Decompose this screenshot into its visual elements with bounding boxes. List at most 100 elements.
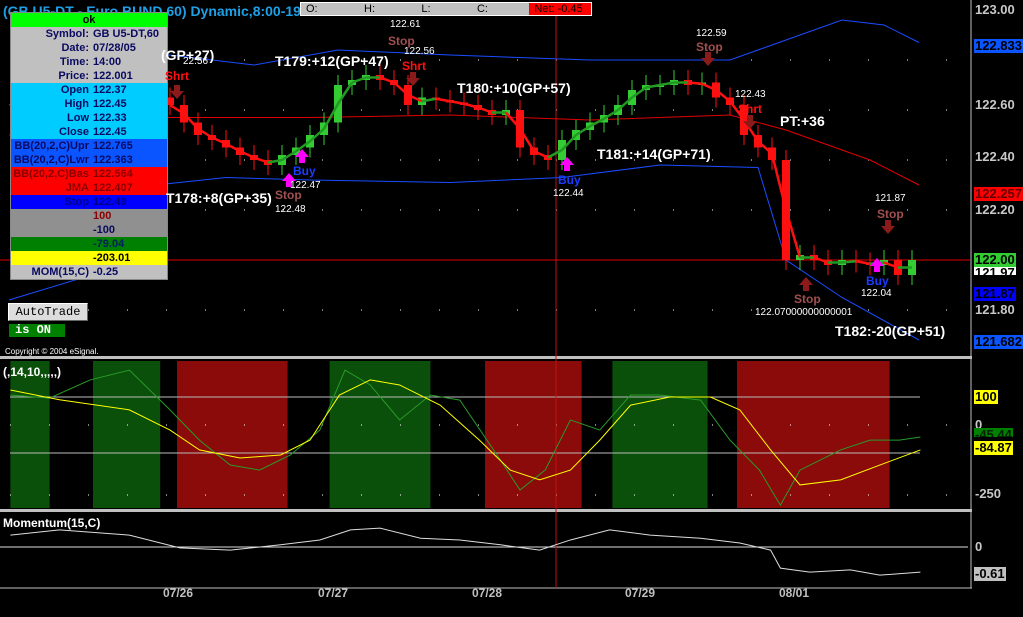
trade-annotation: Stop [877, 207, 904, 221]
trade-annotation: T179:+12(GP+47) [275, 53, 389, 69]
ohlc-net: Net: -0.45 [529, 3, 591, 15]
trade-annotation: PT:+36 [780, 113, 825, 129]
info-osc-1: 100 [93, 210, 112, 222]
last-price-label: 122.00 [974, 252, 1016, 267]
jma-line-segment [435, 97, 451, 103]
trade-annotation: 122.44 [553, 188, 584, 199]
ohlc-high: H: 122.32 [364, 3, 398, 27]
info-jma: 122.407 [93, 182, 133, 194]
info-label: MOM(15,C) [31, 266, 89, 278]
trade-annotation: 122.07000000000001 [755, 307, 853, 318]
trade-annotation: Buy [866, 274, 889, 288]
price-tick: 121.80 [975, 302, 1015, 317]
trade-annotation: 22.56 [183, 56, 209, 67]
date-tick: 07/26 [163, 586, 194, 600]
short-arrow-icon [701, 52, 715, 66]
info-label: Time: [59, 56, 89, 68]
trade-annotation: 122.48 [275, 204, 306, 215]
osc-zone-red [485, 361, 582, 508]
trade-annotation: 121.87 [875, 193, 906, 204]
oscillator-title: (,14,10,,,,,) [3, 365, 62, 379]
mid-band-label: 122.257 [974, 186, 1023, 201]
info-date: 07/28/05 [93, 42, 136, 54]
autotrade-button[interactable]: AutoTrade [8, 303, 88, 321]
trade-annotation: Stop [275, 188, 302, 202]
trade-annotation: Stop [696, 40, 723, 54]
trade-annotation: T180:+10(GP+57) [457, 80, 571, 96]
short-arrow-icon [170, 85, 184, 99]
trade-annotation: 122.59 [696, 28, 727, 39]
panel-separator [0, 356, 972, 359]
trade-annotation: 122.04 [861, 288, 892, 299]
info-label: High [64, 98, 89, 110]
stop-arrow-icon [799, 277, 813, 291]
info-close: 122.45 [93, 126, 127, 138]
info-label: BB(20,2,C)Bas [13, 168, 89, 180]
trade-annotation: Shrt [402, 59, 426, 73]
info-label: Date: [61, 42, 89, 54]
jma-line-segment [841, 260, 857, 264]
info-label: Low [67, 112, 89, 124]
osc-zone-green [329, 361, 431, 508]
short-arrow-icon [881, 220, 895, 234]
info-time: 14:00 [93, 56, 122, 68]
lower-band-label: 121.682 [974, 334, 1023, 349]
osc-tick: 100 [974, 389, 998, 404]
info-label: Close [59, 126, 89, 138]
ohlc-bar: O: 122.32 H: 122.32 L: 121.84 C: 122.00 … [300, 2, 592, 27]
autotrade-status: is ON [9, 324, 65, 337]
info-stop: 122.49 [93, 196, 127, 208]
price-tick: 122.60 [975, 97, 1015, 112]
ohlc-open: O: 122.32 [306, 3, 340, 27]
info-high: 122.45 [93, 98, 127, 110]
trade-annotation: Buy [293, 164, 316, 178]
copyright: Copyright © 2004 eSignal. [5, 347, 99, 356]
info-osc-3: -79.04 [93, 238, 125, 250]
trade-annotation: 122.56 [404, 46, 435, 57]
trade-annotation: Shrt [165, 69, 189, 83]
info-open: 122.37 [93, 84, 127, 96]
info-label: Stop [64, 196, 89, 208]
trade-annotation: Shrt [738, 102, 762, 116]
jma-line-segment [687, 81, 703, 85]
ohlc-close: C: 122.00 [476, 3, 511, 27]
info-mom: -0.25 [93, 266, 119, 278]
osc-tick: -250 [975, 486, 1002, 501]
info-label: JMA [65, 182, 89, 194]
date-tick: 07/27 [318, 586, 349, 600]
trade-annotation: 122.61 [390, 19, 421, 30]
trade-annotation: T182:-20(GP+51) [835, 323, 946, 339]
jma-line-segment [855, 260, 871, 265]
info-label: Symbol: [45, 28, 89, 40]
cursor-price-label: 121.97 [974, 266, 1016, 275]
info-bb-upper: 122.765 [93, 140, 133, 152]
info-bb-lower: 122.363 [93, 154, 133, 166]
trade-annotation: Stop [794, 292, 821, 306]
info-bb-basis: 122.564 [93, 168, 133, 180]
price-tick: 123.00 [975, 2, 1015, 17]
info-osc-2: -100 [93, 224, 116, 236]
info-status: ok [11, 13, 167, 27]
osc-zone-green [93, 361, 161, 508]
info-label: Price: [58, 70, 89, 82]
osc-zone-green [10, 361, 50, 508]
price-tick: 122.20 [975, 202, 1015, 217]
trade-annotation: T181:+14(GP+71) [597, 146, 711, 162]
info-label: Open [60, 84, 89, 96]
trade-annotation: Buy [558, 173, 581, 187]
info-osc-4: -203.01 [93, 252, 131, 264]
trade-annotation: 122.43 [735, 89, 766, 100]
info-low: 122.33 [93, 112, 127, 124]
momentum-title: Momentum(15,C) [3, 516, 101, 530]
info-price: 122.001 [93, 70, 133, 82]
info-label: BB(20,2,C)Lwr [13, 154, 89, 166]
date-tick: 08/01 [779, 586, 810, 600]
cursor-info-panel: ok Symbol: GB U5-DT,60 Date: 07/28/05 Time… [10, 12, 168, 280]
chart-window: (GB U5-DT - Euro BUND 60) Dynamic,8:00-1… [0, 0, 1023, 617]
osc-zone-red [737, 361, 890, 508]
upper-band-label: 122.833 [974, 38, 1023, 53]
info-symbol: GB U5-DT,60 [93, 28, 160, 40]
mom-value-label: -0.61 [974, 566, 1006, 581]
osc-green-label: -45.44 [974, 428, 1013, 437]
stop-label: 121.87 [974, 286, 1016, 301]
